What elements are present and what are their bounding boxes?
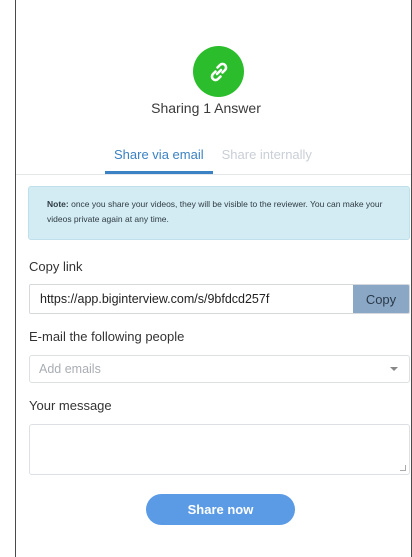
add-emails-placeholder: Add emails xyxy=(39,362,101,376)
link-icon-glyph xyxy=(210,62,227,81)
share-tabs: Share via email Share internally xyxy=(105,140,321,174)
tab-share-via-email[interactable]: Share via email xyxy=(105,140,213,174)
tab-share-internally[interactable]: Share internally xyxy=(213,140,321,174)
note-prefix: Note: xyxy=(47,199,69,209)
copy-link-input[interactable] xyxy=(30,285,353,313)
note-text: once you share your videos, they will be… xyxy=(47,199,383,224)
copy-link-label: Copy link xyxy=(29,259,83,274)
message-label: Your message xyxy=(29,398,112,413)
emails-label: E-mail the following people xyxy=(29,329,185,344)
share-now-button[interactable]: Share now xyxy=(146,494,295,525)
copy-link-row: Copy xyxy=(29,284,410,314)
chevron-down-icon[interactable] xyxy=(390,367,398,371)
link-icon xyxy=(193,46,244,97)
note-banner: Note: once you share your videos, they w… xyxy=(28,186,410,240)
dialog-title: Sharing 1 Answer xyxy=(151,100,261,116)
tabs-divider xyxy=(16,174,411,175)
resize-handle-icon[interactable] xyxy=(400,465,406,471)
add-emails-select[interactable]: Add emails xyxy=(29,355,410,383)
message-textarea[interactable] xyxy=(29,424,410,475)
copy-button[interactable]: Copy xyxy=(353,285,409,313)
